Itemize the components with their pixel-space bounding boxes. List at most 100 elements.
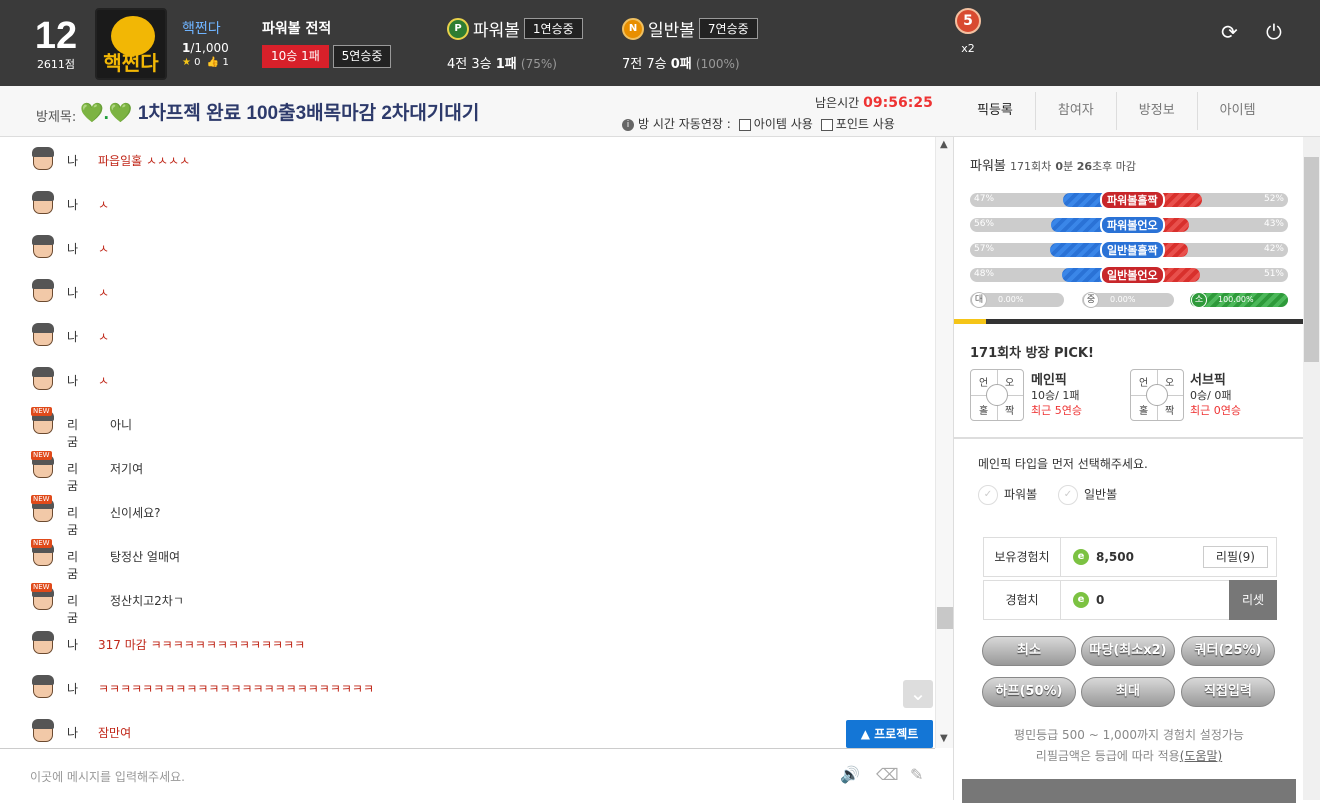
radio-powerball[interactable]: ✓ 파워볼 [978, 485, 1037, 505]
radio-normalball[interactable]: ✓ 일반볼 [1058, 485, 1117, 505]
chat-username[interactable]: 리굼 [67, 592, 78, 626]
size-medium: 중 0.00% [1082, 292, 1174, 308]
bet-type-label: 파워볼홀짝 [1100, 190, 1165, 210]
tab-room-info[interactable]: 방정보 [1115, 92, 1197, 130]
avatar[interactable] [30, 278, 56, 304]
chat-username[interactable]: 나 [67, 372, 78, 389]
chat-text: ㅅ [98, 374, 110, 388]
ratio-bar: 47% 52% 파워볼홀짝 [970, 190, 1288, 210]
eraser-icon[interactable]: ⌫ [876, 765, 899, 784]
power-icon[interactable]: ⏻ [1266, 20, 1282, 44]
point-use-label: 포인트 사용 [835, 117, 895, 131]
chat-username[interactable]: 나 [67, 724, 78, 741]
chat-username[interactable]: 나 [67, 284, 78, 301]
avatar[interactable] [30, 630, 56, 656]
chat-scrollbar[interactable]: ▲ ▼ [935, 137, 953, 748]
powerball-label: 파워볼 [473, 21, 520, 41]
pick-hint: 메인픽 타입을 먼저 선택해주세요. [978, 457, 1148, 471]
chat-text: 아니 [110, 418, 133, 432]
chat-username[interactable]: 리굼 [67, 416, 78, 450]
avatar[interactable] [30, 366, 56, 392]
chat-scroll-thumb[interactable] [937, 607, 953, 629]
chat-username[interactable]: 리굼 [67, 460, 78, 494]
normalball-streak: 7연승중 [698, 18, 758, 39]
avatar[interactable] [30, 146, 56, 172]
size-large-value: 0.00% [998, 295, 1024, 304]
ratio-bar: 56% 43% 파워볼언오 [970, 215, 1288, 235]
chat-text: 저기여 [110, 462, 144, 476]
medal-multiplier: x2 [961, 42, 975, 55]
avatar[interactable]: NEW [30, 495, 56, 524]
check-icon: ✓ [978, 485, 998, 505]
medal[interactable]: 5 x2 [955, 8, 981, 55]
bet-type-label: 일반볼언오 [1100, 265, 1165, 285]
scroll-bottom-button[interactable]: ⌄ [903, 680, 933, 708]
avatar[interactable] [30, 234, 56, 260]
exp-range-note: 평민등급 500 ~ 1,000까지 경험치 설정가능 [1014, 728, 1244, 742]
panel-scrollbar[interactable] [1303, 137, 1320, 800]
ratio-bar: 48% 51% 일반볼언오 [970, 265, 1288, 285]
avatar[interactable] [30, 190, 56, 216]
magic-wand-icon[interactable]: ✎ [910, 765, 923, 784]
item-use-checkbox[interactable] [738, 118, 751, 131]
chat-username[interactable]: 리굼 [67, 548, 78, 582]
level-points: 2611점 [36, 58, 76, 71]
avatar[interactable]: NEW [30, 583, 56, 612]
double-min-button[interactable]: 따당(최소x2) [1081, 636, 1175, 666]
direct-input-button[interactable]: 직접입력 [1181, 677, 1275, 707]
project-button[interactable]: ▲ 프로젝트 [846, 720, 933, 748]
room-image-text: 핵쩐다 [103, 53, 159, 75]
tab-participants[interactable]: 참여자 [1034, 92, 1116, 130]
exp-input[interactable]: 0 [1096, 593, 1104, 607]
min-button[interactable]: 최소 [982, 636, 1076, 666]
chat-input[interactable]: 이곳에 메시지를 입력해주세요. 🔊 ⌫ ✎ [0, 748, 935, 800]
info-icon[interactable]: i [622, 118, 634, 131]
avatar[interactable]: NEW [30, 407, 56, 436]
room-image[interactable]: 핵쩐다 [95, 8, 167, 80]
host-stats: ★ 0 👍 1 [182, 57, 229, 68]
size-small: 소 100.00% [1190, 292, 1288, 308]
normalball-coin-icon: N [622, 17, 644, 40]
panel-scroll-thumb[interactable] [1304, 157, 1319, 362]
room-title-label: 방제목: [36, 110, 77, 125]
avatar[interactable] [30, 322, 56, 348]
tab-items[interactable]: 아이템 [1196, 92, 1278, 130]
avatar[interactable]: NEW [30, 539, 56, 568]
chat-username[interactable]: 나 [67, 152, 78, 169]
chat-username[interactable]: 나 [67, 196, 78, 213]
round-progress [954, 319, 1304, 324]
chat-username[interactable]: 나 [67, 328, 78, 345]
refill-button[interactable]: 리필(9) [1202, 546, 1268, 568]
max-button[interactable]: 최대 [1081, 677, 1175, 707]
normalball-result: 7전 7승 0패 (100%) [622, 57, 740, 72]
remaining-time-value: 09:56:25 [863, 95, 933, 111]
point-use-checkbox[interactable] [820, 118, 833, 131]
owned-exp-value: 8,500 [1096, 550, 1134, 564]
reset-button[interactable]: 리셋 [1229, 580, 1277, 620]
chat-username[interactable]: 리굼 [67, 504, 78, 538]
chat-text: 잠만여 [98, 726, 132, 740]
chat-username[interactable]: 나 [67, 636, 78, 653]
refresh-icon[interactable]: ⟳ [1221, 20, 1238, 44]
avatar[interactable] [30, 674, 56, 700]
avatar[interactable]: NEW [30, 451, 56, 480]
room-title: 💚.💚 1차프젝 완료 100출3배목마감 2차대기대기 [80, 103, 480, 124]
exp-icon: e [1073, 549, 1089, 565]
sound-icon[interactable]: 🔊 [840, 765, 860, 784]
chat-username[interactable]: 나 [67, 240, 78, 257]
host-name[interactable]: 핵쩐다 [182, 18, 229, 38]
host-record: 파워볼 전적 10승 1패 5연승중 [262, 18, 392, 68]
quarter-button[interactable]: 쿼터(25%) [1181, 636, 1275, 666]
chat-username[interactable]: 나 [67, 680, 78, 697]
pick-title: 171회차 방장 PICK! [970, 346, 1094, 361]
help-link[interactable]: (도움말) [1180, 749, 1222, 763]
normalball-label: 일반볼 [648, 21, 695, 41]
chat-text: 신이세요? [110, 506, 161, 520]
chat-log[interactable]: 나 파읍일홀 ㅅㅅㅅㅅ 나 ㅅ 나 ㅅ 나 ㅅ 나 ㅅ 나 ㅅ NEW 리굼 아니 NEW 리굼 저기여 NEW 리굼… [0, 137, 935, 748]
submit-pick-button[interactable] [962, 779, 1296, 803]
tab-pick[interactable]: 픽등록 [955, 92, 1035, 130]
avatar[interactable] [30, 718, 56, 744]
participant-count: 1/1,000 [182, 41, 229, 55]
half-button[interactable]: 하프(50%) [982, 677, 1076, 707]
main-pick-info: 메인픽 10승/ 1패 최근 5연승 [1031, 373, 1082, 417]
